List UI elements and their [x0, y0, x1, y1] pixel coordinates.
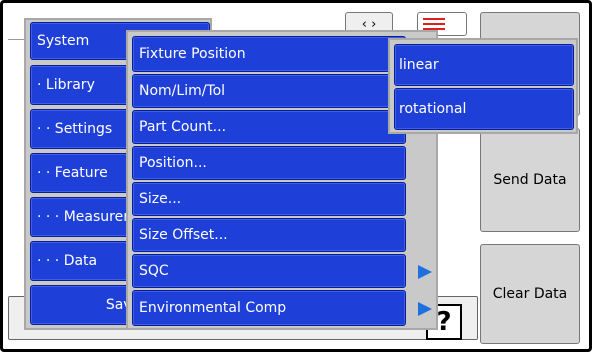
menu-item-label: Fixture Position — [139, 46, 246, 62]
menu-item-size-offset[interactable]: Size Offset... — [132, 218, 406, 252]
menu-item-position[interactable]: Position... — [132, 146, 406, 180]
menu-item-environmental-comp[interactable]: Environmental Comp — [132, 290, 406, 326]
menu-item-sqc[interactable]: SQC — [132, 254, 406, 288]
menu-item-label: Position... — [139, 155, 207, 171]
clear-data-label: Clear Data — [492, 286, 568, 302]
menu-item-label: linear — [399, 57, 439, 73]
menu-item-label: · · Feature — [37, 165, 108, 181]
menu-item-label: rotational — [399, 101, 467, 117]
menu-item-label: Size... — [139, 191, 182, 207]
menu-item-size[interactable]: Size... — [132, 182, 406, 216]
menu-item-label: Part Count... — [139, 119, 227, 135]
send-data-button[interactable]: Send Data — [480, 128, 580, 232]
menu-item-label: · Library — [37, 77, 95, 93]
menu-item-label: · · Settings — [37, 121, 113, 137]
menu-item-label: SQC — [139, 263, 169, 279]
menu-item-rotational[interactable]: rotational — [394, 88, 574, 130]
menu-item-nom-lim-tol[interactable]: Nom/Lim/Tol — [132, 74, 406, 108]
submenu-arrow-icon — [418, 302, 432, 316]
menu-item-label: System — [37, 33, 90, 49]
send-data-label: Send Data — [493, 172, 567, 188]
menu-item-label: · · · Data — [37, 253, 98, 269]
menu-level3: linear rotational — [388, 38, 578, 134]
menu-item-fixture-position[interactable]: Fixture Position — [132, 36, 406, 72]
clear-data-button[interactable]: Clear Data — [480, 244, 580, 344]
help-glyph: ? — [436, 307, 452, 337]
menu-item-label: Environmental Comp — [139, 300, 287, 316]
menu-item-linear[interactable]: linear — [394, 44, 574, 86]
submenu-arrow-icon — [418, 265, 432, 279]
menu-item-label: Size Offset... — [139, 227, 228, 243]
menu-item-part-count[interactable]: Part Count... — [132, 110, 406, 144]
menu-item-label: Nom/Lim/Tol — [139, 83, 226, 99]
